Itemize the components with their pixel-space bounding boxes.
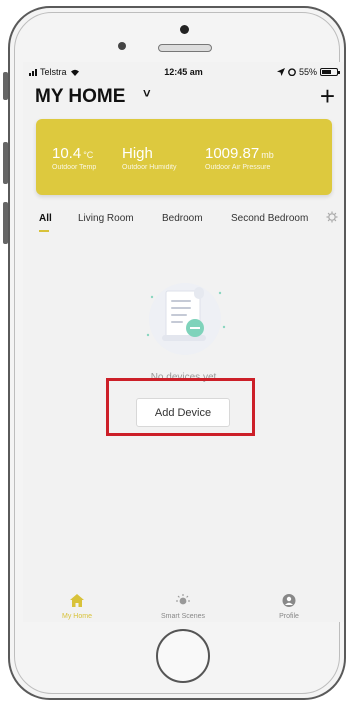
active-tab-indicator	[39, 230, 49, 232]
tab-bedroom[interactable]: Bedroom	[162, 213, 203, 224]
app-header: MY HOME ˅ +	[35, 83, 335, 114]
humidity-value: High	[122, 145, 153, 162]
gear-icon[interactable]	[326, 211, 338, 223]
tab-living-room[interactable]: Living Room	[78, 213, 134, 224]
empty-devices-illustration	[146, 283, 226, 355]
humidity-label: Outdoor Humidity	[122, 164, 177, 171]
pressure-readout: 1009.87 mb Outdoor Air Pressure	[205, 145, 274, 171]
nav-profile-label: Profile	[279, 613, 299, 620]
nav-my-home-label: My Home	[62, 613, 92, 620]
profile-icon	[282, 594, 296, 607]
home-icon	[70, 594, 84, 607]
alarm-icon	[288, 68, 296, 76]
tab-second-bedroom[interactable]: Second Bedroom	[231, 213, 309, 224]
humidity-readout: High Outdoor Humidity	[122, 145, 176, 171]
sun-icon	[176, 594, 190, 605]
home-button[interactable]	[156, 629, 210, 683]
temperature-value: 10.4	[52, 145, 82, 162]
pressure-value: 1009.87	[205, 145, 260, 162]
camera	[180, 25, 189, 34]
status-bar: Telstra 12:45 am 55%	[23, 62, 344, 82]
nav-profile[interactable]: Profile	[249, 594, 329, 620]
pressure-label: Outdoor Air Pressure	[205, 164, 271, 171]
chevron-down-icon[interactable]: ˅	[143, 86, 151, 101]
tab-all[interactable]: All	[39, 213, 52, 224]
battery-percent: 55%	[298, 67, 317, 77]
weather-card: 10.4 °C Outdoor Temp High Outdoor Humidit…	[36, 119, 332, 195]
battery-icon	[320, 68, 340, 76]
volume-down-button	[3, 202, 8, 244]
add-button[interactable]: +	[320, 83, 335, 109]
mute-switch	[3, 72, 8, 100]
nav-my-home[interactable]: My Home	[37, 594, 117, 620]
front-sensor	[118, 42, 126, 50]
room-tabs: All Living Room Bedroom Second Bedroom	[23, 208, 344, 238]
nav-smart-scenes[interactable]: Smart Scenes	[143, 594, 223, 620]
temperature-readout: 10.4 °C Outdoor Temp	[52, 145, 96, 171]
location-icon	[276, 68, 285, 76]
volume-up-button	[3, 142, 8, 184]
temperature-unit: °C	[83, 150, 94, 160]
pressure-unit: mb	[261, 150, 274, 160]
home-selector[interactable]: MY HOME	[35, 86, 125, 108]
app-screen: Telstra 12:45 am 55% MY HOME ˅ + 10.4 °C …	[23, 62, 344, 622]
highlight-annotation	[106, 378, 255, 436]
earpiece-speaker	[158, 44, 212, 52]
bottom-navigation: My Home Smart Scenes Profile	[23, 592, 344, 622]
temperature-label: Outdoor Temp	[52, 164, 97, 171]
nav-smart-scenes-label: Smart Scenes	[161, 613, 205, 620]
